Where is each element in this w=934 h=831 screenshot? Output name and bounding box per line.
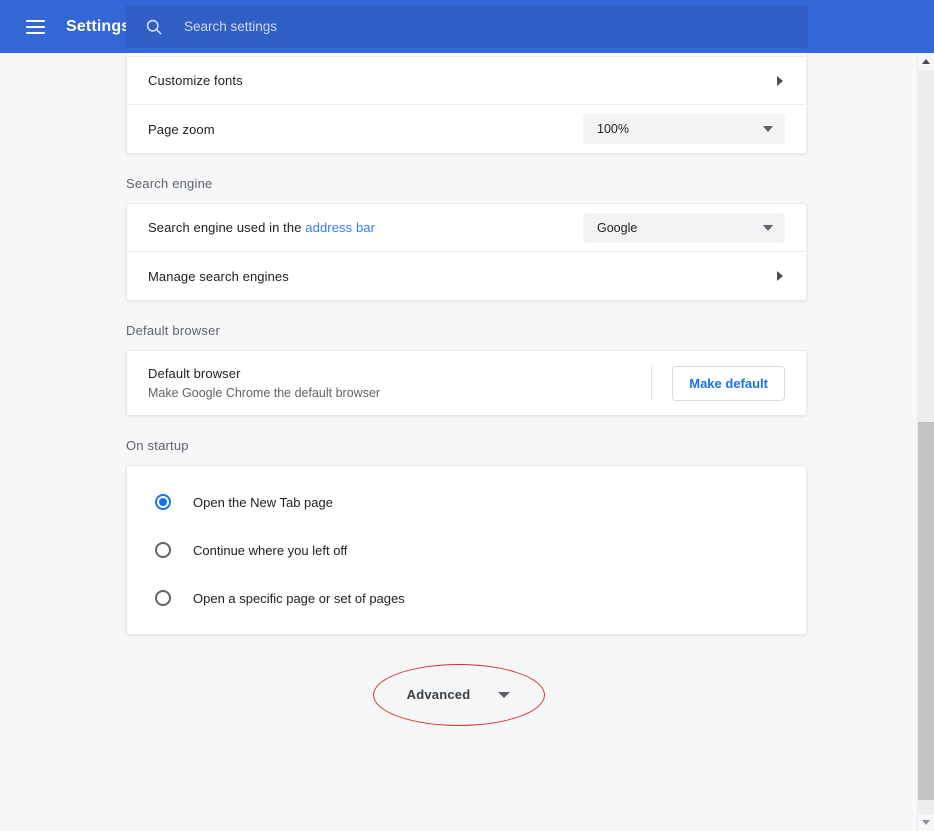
scroll-down-arrow-icon[interactable] (918, 814, 934, 831)
search-engine-select[interactable]: Google (583, 212, 785, 243)
down-triangle (922, 820, 930, 825)
default-browser-row-subtitle: Make Google Chrome the default browser (148, 386, 381, 400)
scroll-up-arrow-icon[interactable] (918, 53, 934, 70)
startup-option-specific-page[interactable]: Open a specific page or set of pages (127, 574, 806, 622)
startup-option-continue-label: Continue where you left off (193, 542, 348, 558)
menu-bar-2 (25, 25, 45, 28)
on-startup-card: Open the New Tab page Continue where you… (126, 465, 807, 635)
chevron-down-icon (498, 691, 511, 698)
row-search-engine-label: Search engine used in the address bar (148, 220, 583, 235)
radio-button-icon[interactable] (155, 590, 171, 606)
search-settings-box[interactable] (126, 5, 808, 48)
chevron-down-icon (763, 224, 773, 231)
menu-bar-3 (25, 31, 45, 34)
scrollbar-track[interactable] (918, 70, 934, 814)
up-triangle (922, 59, 930, 64)
on-startup-section: On startup Open the New Tab page Continu… (126, 416, 807, 635)
advanced-label: Advanced (406, 687, 471, 702)
search-engine-heading: Search engine (126, 176, 213, 191)
row-manage-search-engines[interactable]: Manage search engines (127, 252, 806, 300)
settings-scroll-area: Font size Medium (Recommended) Customize… (0, 53, 917, 831)
hamburger-menu-icon[interactable] (20, 12, 50, 42)
page-zoom-select[interactable]: 100% (583, 114, 785, 144)
row-customize-fonts-label: Customize fonts (148, 73, 243, 88)
appearance-section: Font size Medium (Recommended) Customize… (126, 53, 807, 154)
chevron-right-icon[interactable] (777, 271, 783, 281)
default-browser-section: Default browser Default browser Make Goo… (126, 301, 807, 416)
settings-header: Settings (0, 0, 934, 53)
row-search-engine-label-text: Search engine used in the (148, 220, 306, 235)
row-customize-fonts[interactable]: Customize fonts (127, 57, 806, 105)
menu-bar-1 (25, 19, 45, 22)
radio-button-icon[interactable] (155, 494, 171, 510)
chevron-down-icon (763, 126, 773, 132)
address-bar-link[interactable]: address bar (305, 220, 375, 235)
row-search-engine-address-bar[interactable]: Search engine used in the address bar Go… (127, 204, 806, 252)
row-manage-search-engines-label: Manage search engines (148, 268, 289, 284)
page-title: Settings (66, 17, 131, 35)
advanced-expand-button[interactable]: Advanced (389, 673, 529, 716)
appearance-card: Font size Medium (Recommended) Customize… (126, 53, 807, 154)
settings-content: Font size Medium (Recommended) Customize… (0, 53, 917, 726)
radio-button-icon[interactable] (155, 542, 171, 558)
startup-option-new-tab[interactable]: Open the New Tab page (127, 478, 806, 526)
startup-option-continue[interactable]: Continue where you left off (127, 526, 806, 574)
vertical-divider (651, 365, 653, 401)
startup-option-specific-page-label: Open a specific page or set of pages (193, 590, 405, 606)
advanced-section: Advanced (0, 663, 917, 726)
default-browser-card: Default browser Make Google Chrome the d… (126, 350, 807, 416)
vertical-scrollbar[interactable] (917, 53, 934, 831)
row-page-zoom[interactable]: Page zoom 100% (127, 105, 806, 153)
search-engine-card: Search engine used in the address bar Go… (126, 203, 807, 301)
make-default-button[interactable]: Make default (672, 365, 785, 401)
row-page-zoom-label: Page zoom (148, 121, 215, 137)
startup-option-new-tab-label: Open the New Tab page (193, 494, 333, 510)
chevron-right-icon[interactable] (777, 75, 783, 86)
search-icon (146, 19, 162, 34)
default-browser-heading: Default browser (126, 323, 221, 338)
scrollbar-thumb[interactable] (918, 422, 934, 800)
default-browser-text: Default browser Make Google Chrome the d… (148, 366, 643, 400)
default-browser-row-title: Default browser (148, 366, 241, 381)
row-default-browser: Default browser Make Google Chrome the d… (127, 351, 806, 415)
page-zoom-select-value: 100% (597, 122, 629, 136)
on-startup-heading: On startup (126, 438, 189, 453)
search-input[interactable] (184, 19, 808, 34)
search-engine-select-value: Google (597, 220, 638, 235)
search-engine-section: Search engine Search engine used in the … (126, 154, 807, 301)
